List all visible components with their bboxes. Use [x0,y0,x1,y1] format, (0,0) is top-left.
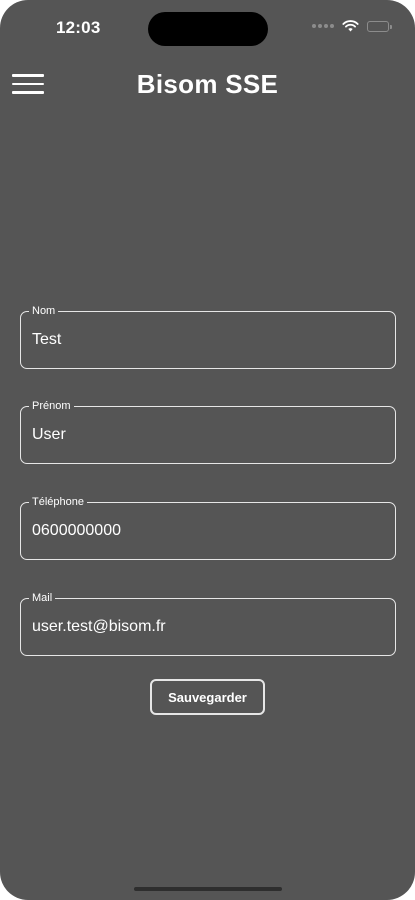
home-indicator [134,887,282,891]
app-screen: 12:03 Bisom SSE Nom Test Prénom User Tél… [0,0,415,900]
nom-value: Test [32,331,62,348]
status-time: 12:03 [56,18,101,37]
nom-field[interactable]: Nom Test [20,304,396,369]
status-icons [312,20,392,32]
telephone-field[interactable]: Téléphone 0600000000 [20,495,396,560]
app-title: Bisom SSE [136,69,279,99]
nom-label: Nom [29,304,59,318]
save-button[interactable]: Sauvegarder [150,679,265,715]
mail-value: user.test@bisom.fr [32,618,166,635]
mail-label: Mail [29,591,56,605]
prenom-field[interactable]: Prénom User [20,399,396,464]
mail-field[interactable]: Mail user.test@bisom.fr [20,591,396,656]
prenom-label: Prénom [29,399,74,413]
prenom-value: User [32,426,66,443]
cellular-signal-icon [312,24,334,28]
telephone-label: Téléphone [29,495,87,509]
battery-icon [367,20,392,32]
telephone-value: 0600000000 [32,522,121,539]
dynamic-island [148,12,268,46]
wifi-icon [342,20,359,32]
